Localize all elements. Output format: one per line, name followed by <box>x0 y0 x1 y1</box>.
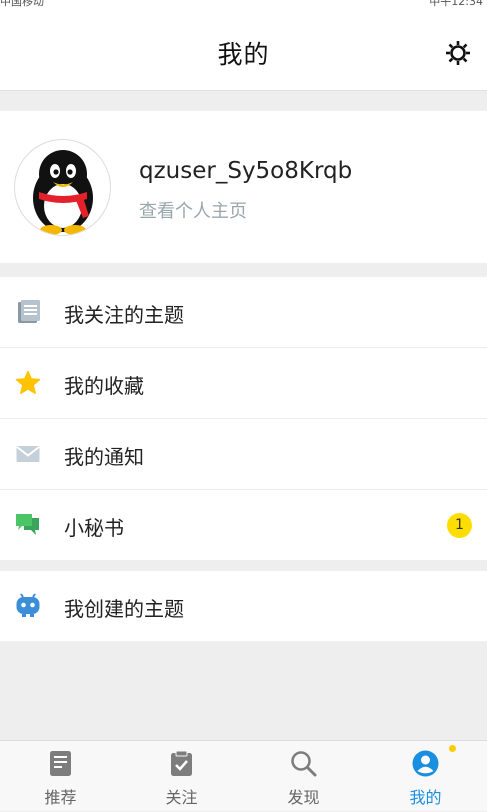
chat-bubbles-icon <box>16 514 39 535</box>
menu-item-label: 小秘书 <box>64 516 124 540</box>
view-homepage-link[interactable]: 查看个人主页 <box>139 197 247 223</box>
menu-item-label: 我的收藏 <box>64 374 144 398</box>
tab-label: 推荐 <box>44 788 77 807</box>
menu-item-label: 我的通知 <box>64 445 144 469</box>
tab-discover[interactable]: 发现 <box>243 741 364 812</box>
robot-icon <box>16 593 40 617</box>
tab-label: 关注 <box>165 788 198 807</box>
clipboard-check-icon <box>171 750 192 776</box>
clock-text: 中午12:34 <box>429 0 483 8</box>
menu-item-label: 我创建的主题 <box>64 597 184 621</box>
envelope-icon <box>16 446 40 462</box>
profile-card[interactable]: qzuser_Sy5o8Krqb 查看个人主页 <box>0 111 487 263</box>
search-icon <box>291 751 317 777</box>
star-icon <box>15 370 41 394</box>
tab-label: 我的 <box>409 788 442 807</box>
tab-mine[interactable]: 我的 <box>365 741 486 812</box>
document-list-icon <box>18 300 40 323</box>
bottom-tab-bar: 推荐 关注 发现 我的 <box>0 740 487 811</box>
avatar[interactable] <box>14 139 111 236</box>
page-title: 我的 <box>217 40 270 69</box>
status-bar: 中国移动 中午12:34 <box>0 0 487 13</box>
tab-label: 发现 <box>287 788 320 807</box>
menu-item-created-topics[interactable]: 我创建的主题 <box>0 571 487 642</box>
menu-group-main: 我关注的主题 我的收藏 我的通知 小秘书 1 <box>0 277 487 560</box>
gear-icon[interactable] <box>444 39 472 67</box>
menu-group-created: 我创建的主题 <box>0 571 487 641</box>
menu-item-notifications[interactable]: 我的通知 <box>0 419 487 490</box>
qq-penguin-avatar <box>33 150 93 235</box>
username: qzuser_Sy5o8Krqb <box>139 158 353 184</box>
menu-item-label: 我关注的主题 <box>64 303 184 327</box>
carrier-text: 中国移动 <box>0 0 44 8</box>
tab-follow[interactable]: 关注 <box>121 741 242 812</box>
unread-badge: 1 <box>447 513 472 538</box>
notification-dot <box>449 745 456 752</box>
user-icon <box>412 750 439 777</box>
page-header: 我的 <box>0 13 487 91</box>
menu-item-secretary[interactable]: 小秘书 1 <box>0 490 487 561</box>
menu-item-followed-topics[interactable]: 我关注的主题 <box>0 277 487 348</box>
article-icon <box>50 751 71 776</box>
menu-item-favorites[interactable]: 我的收藏 <box>0 348 487 419</box>
tab-recommend[interactable]: 推荐 <box>0 741 121 812</box>
